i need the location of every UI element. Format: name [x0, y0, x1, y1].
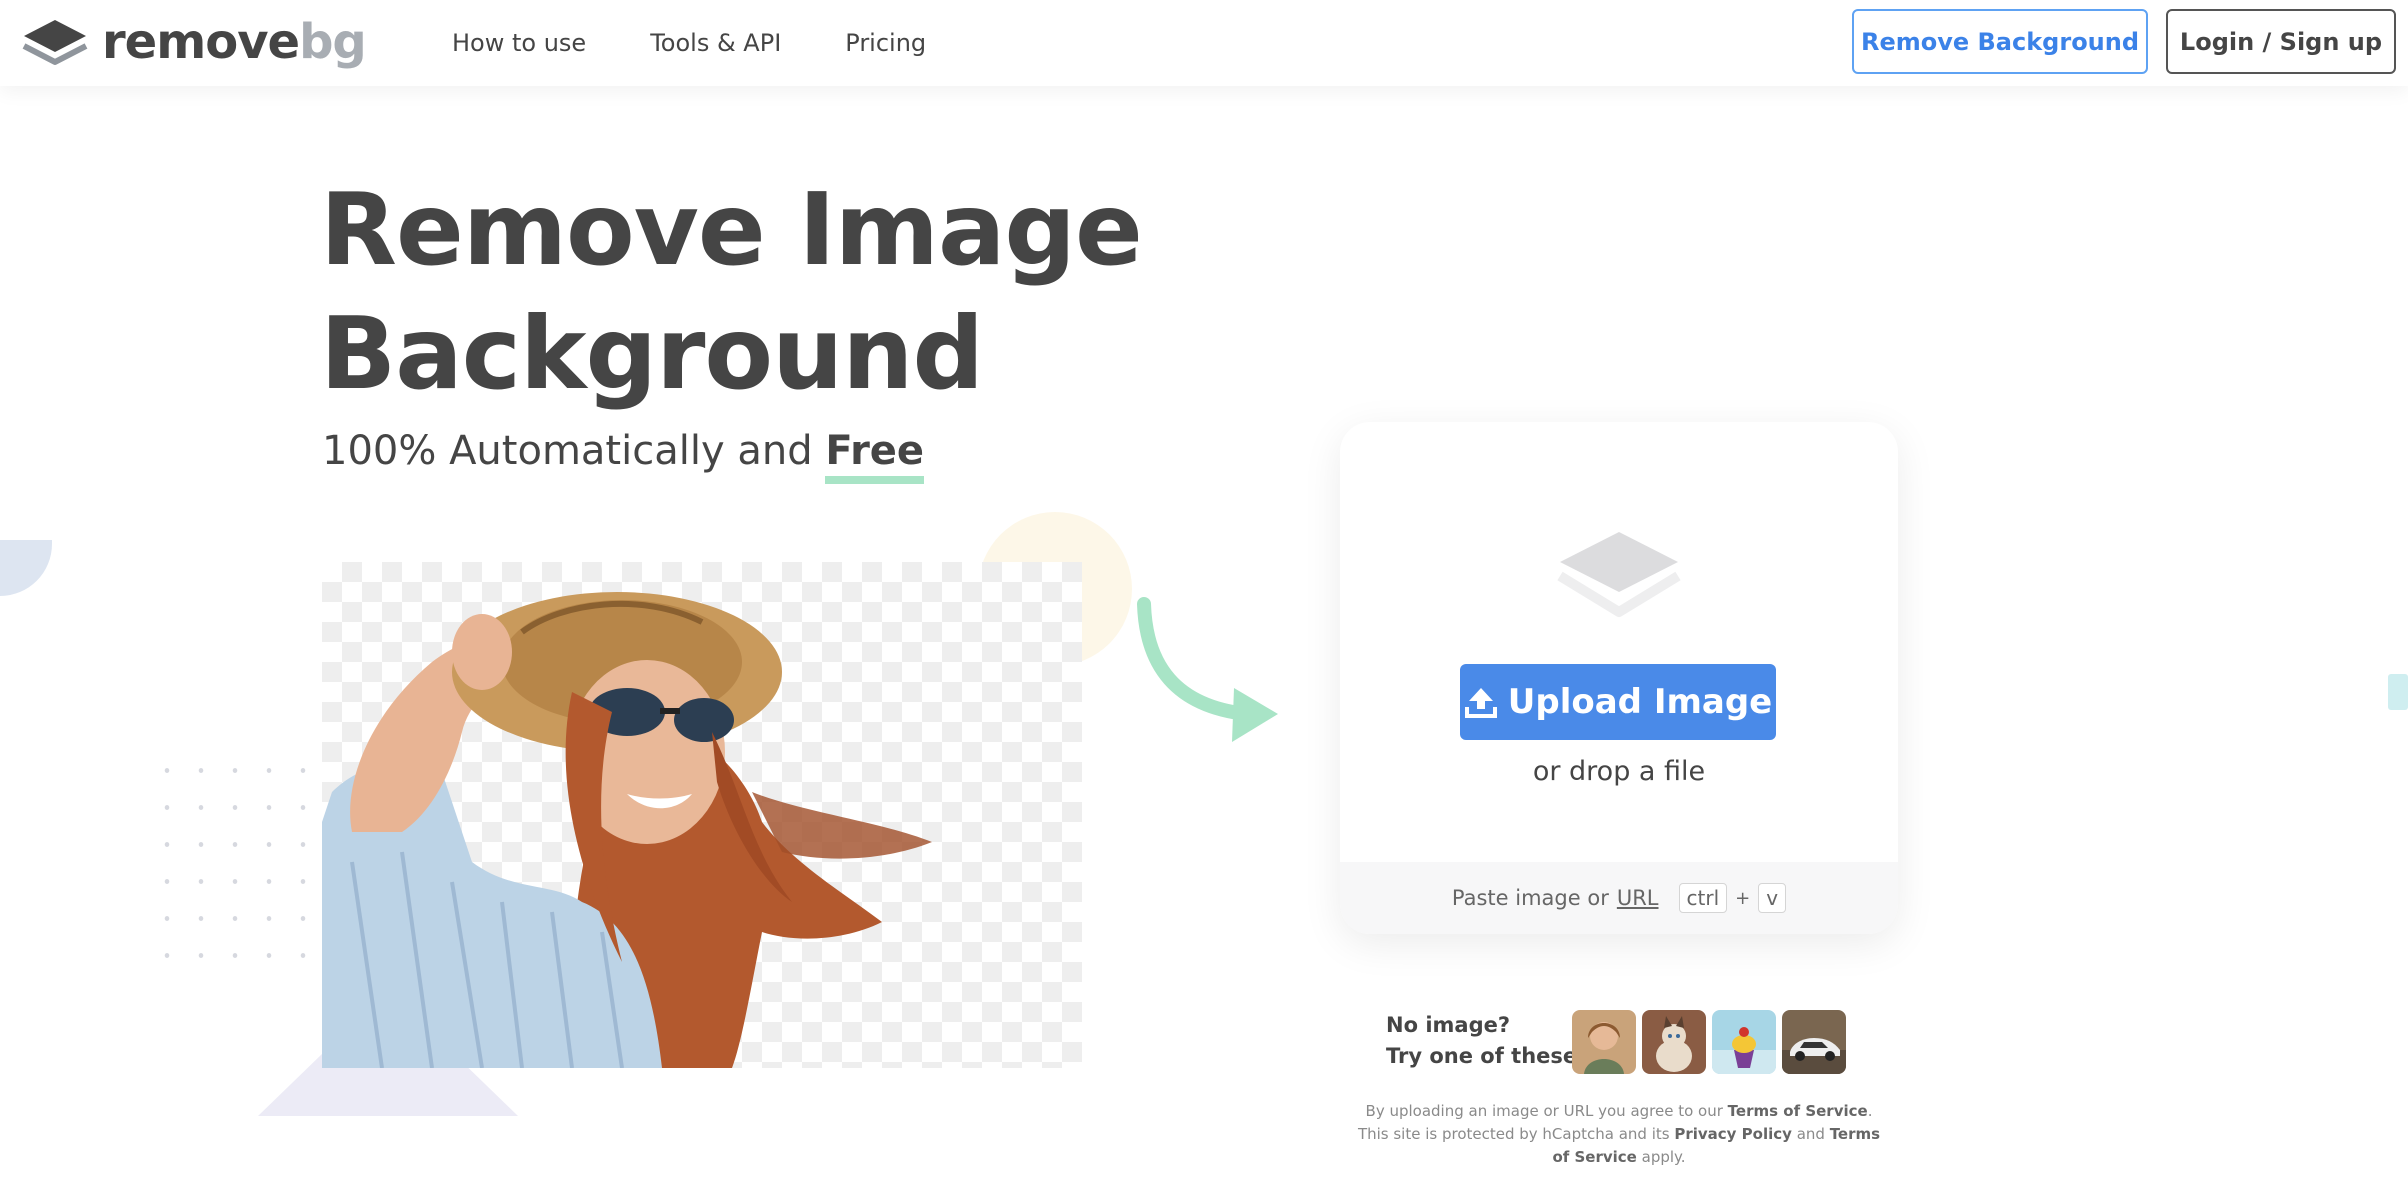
- legal-text-3: and: [1791, 1125, 1830, 1143]
- key-plus: +: [1735, 887, 1751, 909]
- sample-thumb-cat[interactable]: [1642, 1010, 1706, 1074]
- curved-arrow-icon: [1137, 597, 1278, 742]
- legal-text-1: By uploading an image or URL you agree t…: [1365, 1102, 1728, 1120]
- main-nav: How to use Tools & API Pricing: [452, 0, 990, 86]
- subtitle-text: 100% Automatically and: [322, 428, 826, 474]
- top-navbar: removebg How to use Tools & API Pricing …: [0, 0, 2408, 86]
- sample-thumb-car[interactable]: [1782, 1010, 1846, 1074]
- logo-wordmark: removebg: [102, 14, 367, 70]
- nav-how-to-use[interactable]: How to use: [452, 29, 586, 57]
- decoration-semicircle: [0, 540, 52, 596]
- key-ctrl: ctrl: [1678, 883, 1728, 913]
- samples-label: No image? Try one of these:: [1386, 1010, 1586, 1072]
- subtitle-emphasis: Free: [825, 428, 925, 484]
- upload-button-label: Upload Image: [1507, 682, 1773, 722]
- decoration-right-tab: [2388, 674, 2408, 710]
- privacy-link[interactable]: Privacy Policy: [1674, 1125, 1792, 1143]
- remove-background-button[interactable]: Remove Background: [1852, 9, 2148, 74]
- logo[interactable]: removebg: [20, 14, 367, 70]
- title-line-2: Background: [320, 295, 984, 412]
- sample-thumb-woman[interactable]: [1572, 1010, 1636, 1074]
- demo-image: [322, 562, 1082, 1068]
- paste-text: Paste image or: [1451, 886, 1609, 910]
- paste-bar: Paste image or URL ctrl + v: [1340, 862, 1898, 934]
- nav-tools-api[interactable]: Tools & API: [650, 29, 781, 57]
- page-title: Remove Image Background: [320, 168, 1143, 416]
- title-line-1: Remove Image: [320, 171, 1143, 288]
- layers-icon: [1557, 532, 1681, 617]
- key-v: v: [1758, 883, 1787, 913]
- terms-link[interactable]: Terms of Service: [1728, 1102, 1868, 1120]
- sample-thumb-cupcake[interactable]: [1712, 1010, 1776, 1074]
- samples-line-2: Try one of these:: [1386, 1044, 1586, 1068]
- url-link[interactable]: URL: [1617, 886, 1659, 910]
- login-signup-button[interactable]: Login / Sign up: [2166, 9, 2396, 74]
- logo-layers-icon: [22, 20, 88, 65]
- legal-notice: By uploading an image or URL you agree t…: [1354, 1100, 1884, 1169]
- samples-line-1: No image?: [1386, 1013, 1511, 1037]
- upload-icon: [1464, 688, 1497, 718]
- legal-text-4: apply.: [1636, 1148, 1686, 1166]
- nav-pricing[interactable]: Pricing: [845, 29, 926, 57]
- upload-image-button[interactable]: Upload Image: [1460, 664, 1776, 740]
- decoration-dot-grid: [150, 752, 320, 984]
- drop-file-text: or drop a file: [1532, 756, 1706, 787]
- page-subtitle: 100% Automatically and Free: [322, 428, 925, 484]
- upload-card: Upload Image or drop a file Paste image …: [1340, 422, 1898, 934]
